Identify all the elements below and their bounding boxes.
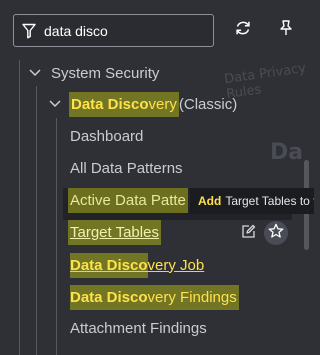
tree-item-label: Attachment Findings: [70, 319, 207, 337]
filter-box[interactable]: [13, 14, 214, 47]
tooltip-highlight: Add: [198, 194, 222, 208]
tree-item-label-match: Data Disco: [71, 95, 149, 113]
search-match-highlight: Data Discovery: [69, 91, 179, 117]
star-icon: [268, 223, 284, 244]
chevron-down-icon[interactable]: [28, 66, 42, 80]
tree-item-label: Active Data Patte: [68, 187, 188, 213]
tree-item-label: Target Tables: [68, 219, 161, 245]
tree-item-attachment-findings[interactable]: Attachment Findings: [70, 313, 207, 343]
tree-item-data-discovery-job[interactable]: Data Discovery Job: [70, 250, 204, 280]
tree-item-label-rest: very: [148, 95, 177, 113]
tree-item-label: Dashboard: [70, 127, 144, 145]
tree-item-data-discovery-findings[interactable]: Data Discovery Findings: [70, 282, 239, 312]
favorite-button[interactable]: [264, 221, 288, 245]
edit-icon: [241, 224, 256, 244]
tree-item-label-rest: very Job: [147, 256, 205, 274]
tree-guide-line: [56, 118, 57, 355]
tree-guide-line: [36, 86, 37, 355]
tooltip-text: Target Tables to fa: [225, 194, 314, 208]
tree-guide-line: [19, 60, 20, 355]
tree-item-label-rest: very Findings: [147, 284, 239, 310]
filter-icon: [14, 15, 44, 46]
tree-item-target-tables[interactable]: Target Tables: [68, 217, 161, 247]
chevron-down-icon[interactable]: [48, 97, 62, 111]
tree-item-label: Data Discovery Job: [70, 252, 205, 278]
pin-icon: [278, 19, 294, 42]
filter-input[interactable]: [44, 22, 204, 39]
tree-item-system-security[interactable]: System Security: [28, 58, 159, 88]
refresh-icon: [234, 19, 252, 42]
tree-item-data-discovery[interactable]: Data Discovery (Classic): [48, 89, 237, 119]
edit-button[interactable]: [237, 223, 259, 245]
tree-item-label: System Security: [51, 64, 160, 82]
tree-item-dashboard[interactable]: Dashboard: [70, 121, 143, 151]
navigator-header: [0, 0, 314, 60]
tree-item-label: All Data Patterns: [70, 159, 183, 177]
search-match-highlight: Data Disco: [70, 252, 148, 278]
search-match-highlight: Data Disco: [70, 284, 148, 310]
pin-button[interactable]: [274, 18, 298, 42]
tree-item-active-data-patterns[interactable]: Active Data Patte: [68, 185, 188, 215]
tooltip: Add Target Tables to fa: [190, 188, 314, 214]
refresh-button[interactable]: [231, 18, 255, 42]
tree-item-all-data-patterns[interactable]: All Data Patterns: [70, 153, 183, 183]
tree-item-label: Data Discovery Findings: [70, 284, 239, 310]
tree-item-suffix: (Classic): [178, 95, 238, 113]
